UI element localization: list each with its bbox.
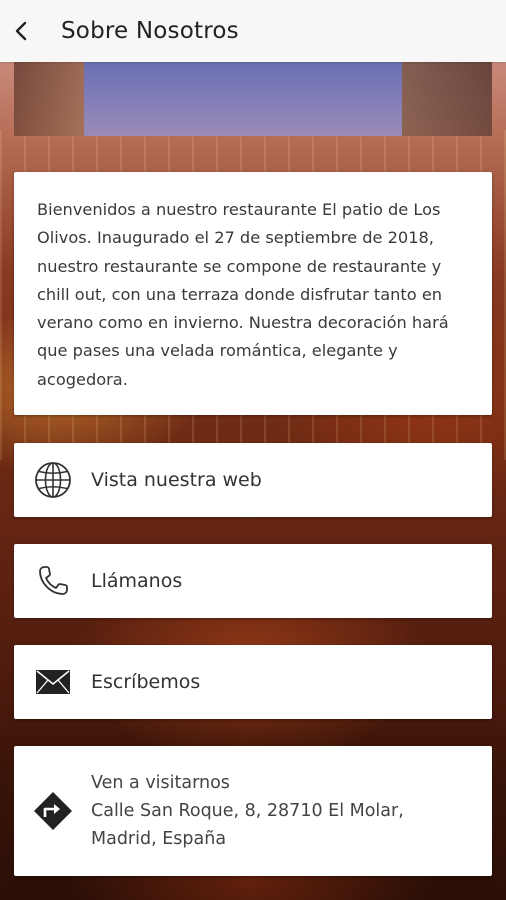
directions-icon (33, 791, 73, 831)
back-button[interactable] (4, 13, 40, 49)
app-bar: Sobre Nosotros (0, 0, 506, 62)
globe-icon (33, 460, 73, 500)
call-button[interactable]: Llámanos (14, 544, 492, 618)
visit-title: Ven a visitarnos (91, 772, 230, 793)
email-label: Escríbemos (91, 671, 201, 693)
visit-website-button[interactable]: Vista nuestra web (14, 443, 492, 517)
email-button[interactable]: Escríbemos (14, 645, 492, 719)
call-label: Llámanos (91, 570, 183, 592)
intro-card: Bienvenidos a nuestro restaurante El pat… (14, 172, 492, 415)
page-title: Sobre Nosotros (61, 18, 239, 44)
visit-location-button[interactable]: Ven a visitarnos Calle San Roque, 8, 287… (14, 746, 492, 876)
visit-info: Ven a visitarnos Calle San Roque, 8, 287… (91, 769, 421, 854)
chevron-left-icon (15, 21, 27, 41)
envelope-icon (33, 662, 73, 702)
about-screen: Sobre Nosotros Bienvenidos a nuestro res… (0, 0, 506, 900)
visit-address: Calle San Roque, 8, 28710 El Molar, Madr… (91, 800, 404, 850)
intro-text: Bienvenidos a nuestro restaurante El pat… (37, 200, 449, 389)
header-photo-strip (14, 62, 492, 136)
phone-icon (33, 561, 73, 601)
visit-website-label: Vista nuestra web (91, 469, 262, 491)
